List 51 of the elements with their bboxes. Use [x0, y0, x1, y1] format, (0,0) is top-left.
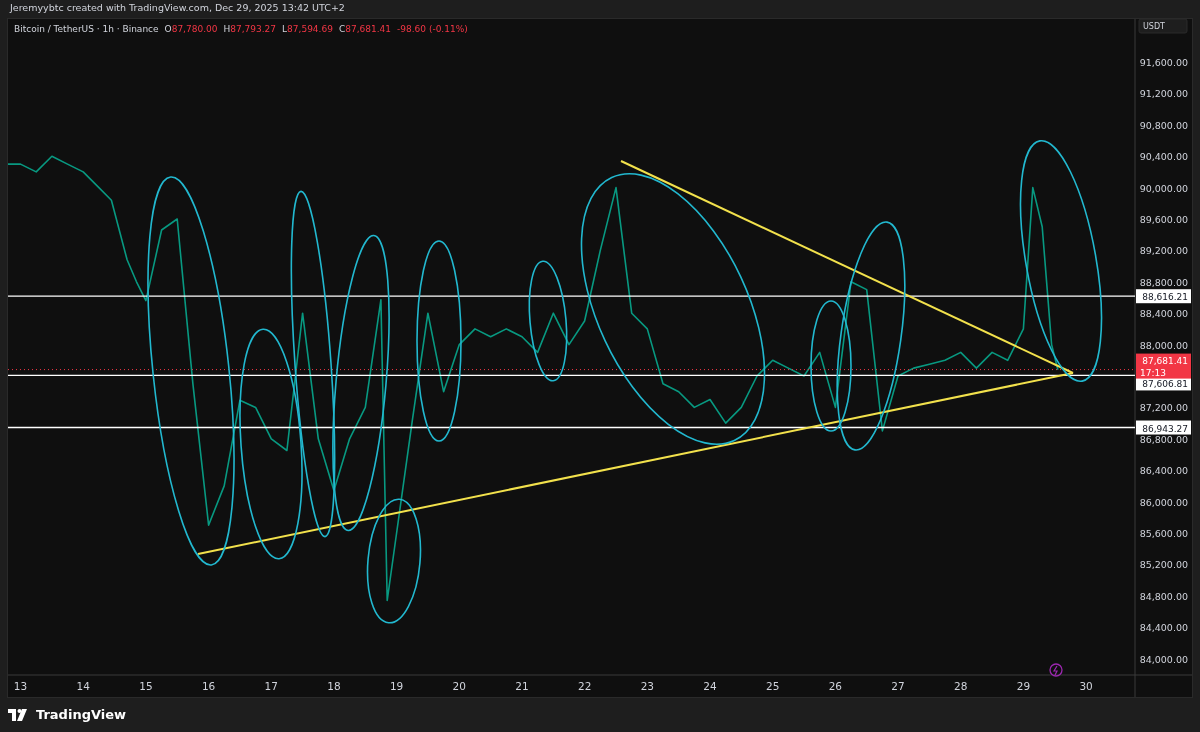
change-value: -98.60 (-0.11%)	[397, 23, 468, 36]
price-axis-label: 87,200.00	[1139, 402, 1188, 414]
symbol-text: Bitcoin / TetherUS · 1h · Binance	[14, 23, 159, 36]
price-axis-label: 91,600.00	[1139, 57, 1188, 68]
price-axis-label: 88,000.00	[1139, 339, 1188, 351]
price-axis-label: 86,000.00	[1139, 496, 1188, 508]
price-axis-label: 85,200.00	[1139, 559, 1188, 571]
date-axis-label: 22	[577, 680, 592, 692]
price-axis-label: 89,200.00	[1139, 245, 1188, 257]
ohlc-value: L87,594.69	[282, 23, 333, 36]
brand-name: TradingView	[36, 706, 127, 725]
date-axis-label: 21	[515, 680, 529, 692]
date-axis-label: 16	[201, 680, 216, 692]
price-axis-label: 90,800.00	[1139, 119, 1188, 131]
price-line-label: 88,616.21	[1136, 289, 1191, 304]
price-axis-label: 90,000.00	[1139, 182, 1188, 194]
attribution-text: Jeremyybtc created with TradingView.com, Dec 29, 2025 13:42 UTC+2	[8, 1, 346, 15]
price-axis-label: 85,600.00	[1139, 527, 1188, 539]
date-axis-label: 23	[640, 680, 654, 692]
price-axis-label: 84,400.00	[1139, 622, 1188, 634]
date-axis-label: 26	[828, 680, 843, 692]
lightning-icon	[1049, 663, 1063, 677]
currency-label: USDT	[1138, 19, 1188, 34]
price-axis-label: 90,400.00	[1139, 151, 1188, 163]
ohlc-value: H87,793.27	[223, 23, 277, 36]
date-axis-label: 24	[703, 680, 717, 692]
date-axis-label: 27	[891, 680, 905, 692]
date-axis-label: 20	[452, 680, 466, 692]
price-axis-label: 88,400.00	[1139, 308, 1188, 320]
date-axis-label: 29	[1016, 680, 1031, 692]
price-axis-label: 91,200.00	[1139, 88, 1188, 100]
price-axis-label: 88,800.00	[1139, 276, 1188, 288]
last-price-label: 87,681.41 17:13	[1136, 353, 1191, 379]
date-axis-label: 25	[766, 680, 780, 692]
date-axis-label: 28	[954, 680, 968, 692]
ohlc-value: O87,780.00	[164, 23, 218, 36]
date-axis-label: 19	[389, 680, 404, 692]
logo-icon	[8, 709, 30, 721]
price-axis-label: 86,400.00	[1139, 465, 1188, 477]
date-axis-label: 18	[327, 680, 341, 692]
price-axis-label: 89,600.00	[1139, 214, 1188, 225]
date-axis-label: 15	[139, 680, 153, 692]
date-axis-label: 14	[76, 680, 90, 692]
date-axis-label: 17	[264, 680, 278, 692]
price-axis-label: 86,800.00	[1139, 433, 1188, 445]
price-axis-label: 84,800.00	[1139, 590, 1188, 602]
date-axis-label: 13	[13, 680, 28, 692]
price-line-label: 86,943.27	[1136, 420, 1191, 435]
ohlc-value: C87,681.41	[338, 23, 391, 36]
price-axis-label: 84,000.00	[1139, 653, 1188, 665]
date-axis-label: 30	[1079, 680, 1093, 692]
